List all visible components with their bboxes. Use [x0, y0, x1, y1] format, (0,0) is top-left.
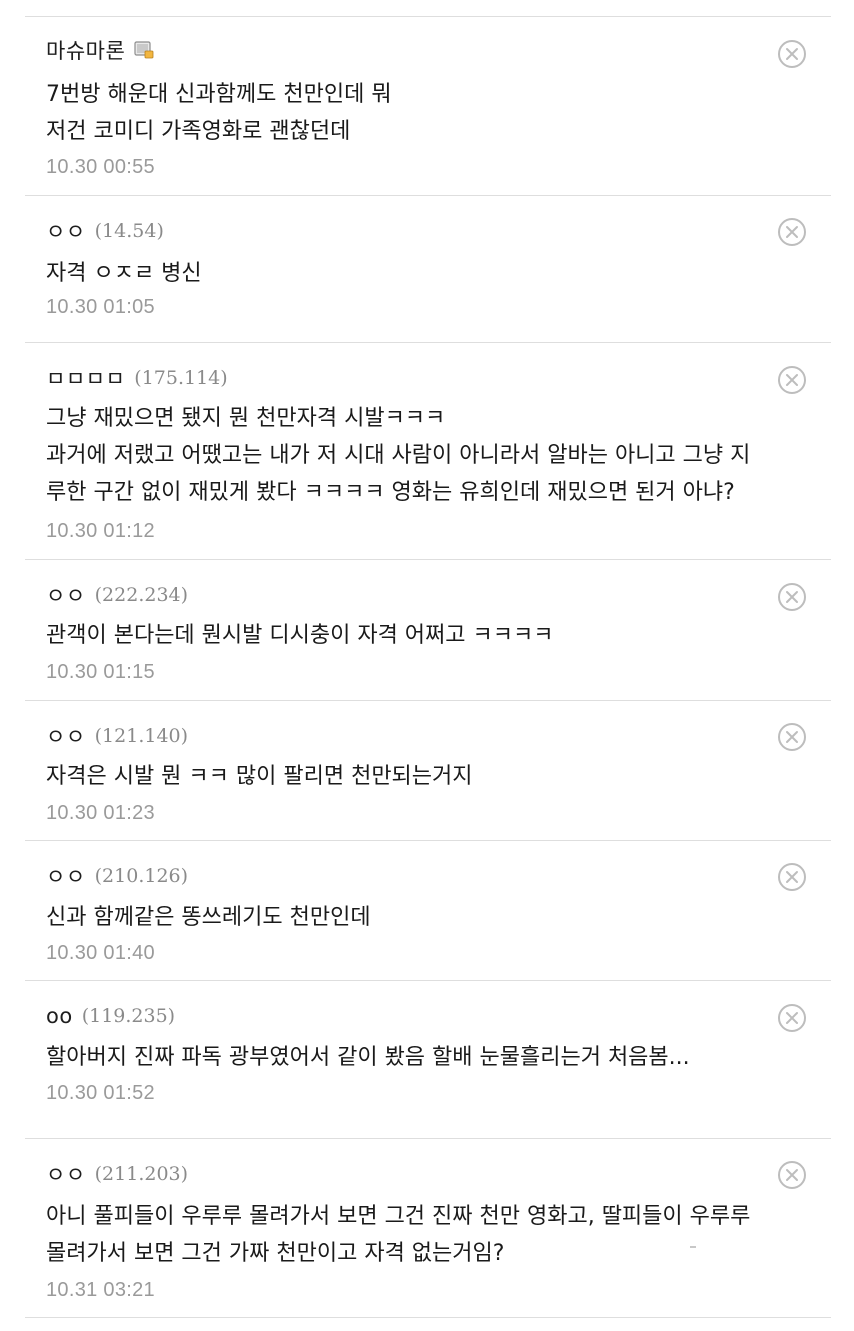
comment-meta: ㅁㅁㅁㅁ (175.114) — [46, 361, 228, 395]
comment-meta: ㅇㅇ (14.54) — [46, 214, 164, 248]
circle-x-icon — [778, 583, 806, 611]
comment-item: ㅇㅇ (222.234) 관객이 본다는데 뭔시발 디시충이 자격 어쩌고 ㅋㅋ… — [25, 559, 831, 700]
comment-date: 10.30 00:55 — [46, 156, 155, 178]
comment-meta: oo (119.235) — [46, 999, 175, 1033]
comment-meta: ㅇㅇ (211.203) — [46, 1157, 188, 1191]
comment-nickname[interactable]: ㅇㅇ — [46, 861, 86, 891]
comment-body: 관객이 본다는데 뭔시발 디시충이 자격 어쩌고 ㅋㅋㅋㅋ — [46, 623, 554, 648]
comment-item: ㅇㅇ (211.203) 아니 풀피들이 우루루 몰려가서 보면 그건 진짜 천… — [25, 1138, 831, 1318]
delete-comment-button[interactable] — [777, 862, 807, 892]
comment-item: ㅇㅇ (14.54) 자격 ㅇㅈㄹ 병신 10.30 01:05 — [25, 195, 831, 342]
comment-nickname[interactable]: ㅇㅇ — [46, 216, 86, 246]
delete-comment-button[interactable] — [777, 582, 807, 612]
circle-x-icon — [778, 723, 806, 751]
comment-body: 그냥 재밌으면 됐지 뭔 천만자격 시발ㅋㅋㅋ 과거에 저랬고 어땠고는 내가 … — [46, 406, 751, 505]
circle-x-icon — [778, 1161, 806, 1189]
comment-ip: (210.126) — [94, 865, 189, 887]
delete-comment-button[interactable] — [777, 1003, 807, 1033]
comment-item: ㅇㅇ (121.140) 자격은 시발 뭔 ㅋㅋ 많이 팔리면 천만되는거지 1… — [25, 700, 831, 840]
comment-body: 자격 ㅇㅈㄹ 병신 — [46, 261, 202, 286]
comment-item: 마슈마론 7번방 해운대 신과함께도 천만인데 뭐 저건 코미디 가족영화로 괜… — [25, 17, 831, 195]
comment-body: 아니 풀피들이 우루루 몰려가서 보면 그건 진짜 천만 영화고, 딸피들이 우… — [46, 1204, 751, 1266]
comment-body: 자격은 시발 뭔 ㅋㅋ 많이 팔리면 천만되는거지 — [46, 764, 473, 789]
circle-x-icon — [778, 1004, 806, 1032]
comment-date: 10.31 03:21 — [46, 1279, 155, 1301]
comment-nickname[interactable]: oo — [46, 1004, 73, 1028]
comment-body: 신과 함께같은 똥쓰레기도 천만인데 — [46, 905, 371, 930]
delete-comment-button[interactable] — [777, 365, 807, 395]
circle-x-icon — [778, 366, 806, 394]
comment-nickname[interactable]: 마슈마론 — [46, 35, 125, 65]
comment-ip: (121.140) — [94, 725, 189, 747]
delete-comment-button[interactable] — [777, 722, 807, 752]
circle-x-icon — [778, 863, 806, 891]
comment-list: 마슈마론 7번방 해운대 신과함께도 천만인데 뭐 저건 코미디 가족영화로 괜… — [25, 0, 831, 1331]
comment-nickname[interactable]: ㅇㅇ — [46, 721, 86, 751]
comment-item: oo (119.235) 할아버지 진짜 파독 광부였어서 같이 봤음 할배 눈… — [25, 980, 831, 1120]
delete-comment-button[interactable] — [777, 39, 807, 69]
comment-meta: ㅇㅇ (210.126) — [46, 859, 188, 893]
comment-ip: (222.234) — [94, 584, 189, 606]
delete-comment-button[interactable] — [777, 217, 807, 247]
comment-item: ㅇㅇ (210.126) 신과 함께같은 똥쓰레기도 천만인데 10.30 01… — [25, 840, 831, 980]
comment-body: 7번방 해운대 신과함께도 천만인데 뭐 저건 코미디 가족영화로 괜찮던데 — [46, 82, 392, 144]
comment-date: 10.30 01:52 — [46, 1082, 155, 1104]
comment-date: 10.30 01:23 — [46, 802, 155, 824]
comment-ip: (14.54) — [94, 220, 164, 242]
stray-mark — [690, 1246, 696, 1248]
comment-meta: ㅇㅇ (121.140) — [46, 719, 188, 753]
comment-nickname[interactable]: ㅁㅁㅁㅁ — [46, 363, 125, 393]
circle-x-icon — [778, 218, 806, 246]
comment-date: 10.30 01:40 — [46, 942, 155, 964]
comment-nickname[interactable]: ㅇㅇ — [46, 1159, 86, 1189]
comment-ip: (211.203) — [94, 1163, 189, 1185]
comment-item: ㅁㅁㅁㅁ (175.114) 그냥 재밌으면 됐지 뭔 천만자격 시발ㅋㅋㅋ 과… — [25, 342, 831, 559]
comment-date: 10.30 01:12 — [46, 520, 155, 542]
comment-date: 10.30 01:05 — [46, 296, 155, 318]
member-badge-icon — [134, 41, 154, 59]
comment-ip: (175.114) — [134, 367, 228, 389]
comment-meta: 마슈마론 — [46, 33, 154, 67]
circle-x-icon — [778, 40, 806, 68]
comment-meta: ㅇㅇ (222.234) — [46, 578, 188, 612]
comment-ip: (119.235) — [81, 1005, 176, 1027]
comment-nickname[interactable]: ㅇㅇ — [46, 580, 86, 610]
delete-comment-button[interactable] — [777, 1160, 807, 1190]
comment-body: 할아버지 진짜 파독 광부였어서 같이 봤음 할배 눈물흘리는거 처음봄... — [46, 1045, 690, 1070]
comment-date: 10.30 01:15 — [46, 661, 155, 683]
